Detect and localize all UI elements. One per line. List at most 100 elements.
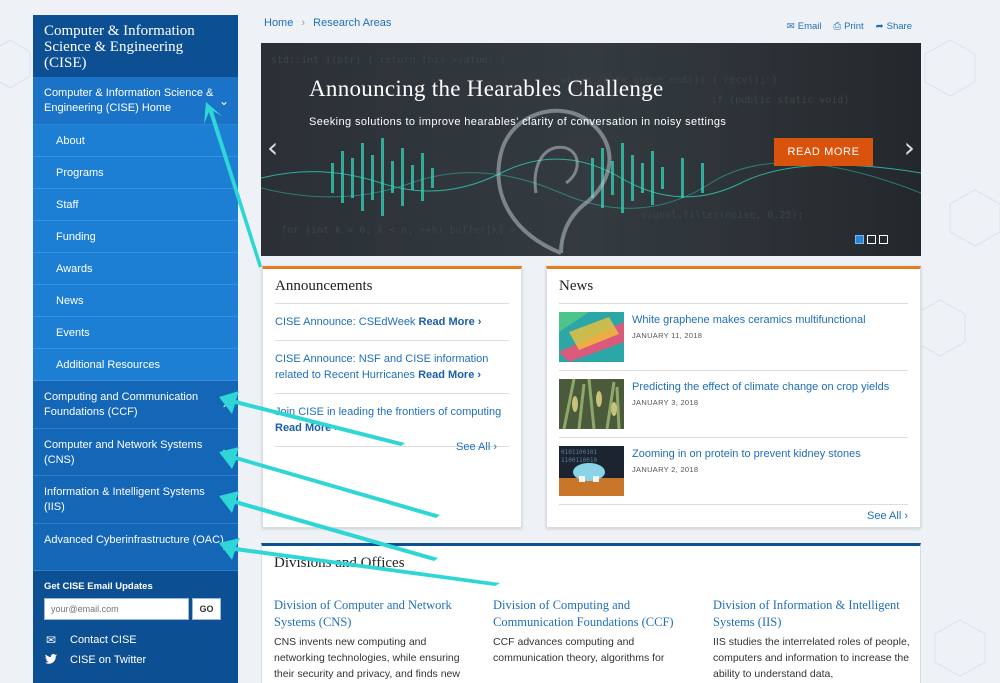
division-item: Division of Information & Intelligent Sy… [713, 597, 913, 682]
svg-text:if (public static void): if (public static void) [711, 95, 849, 106]
news-headline[interactable]: White graphene makes ceramics multifunct… [632, 312, 866, 328]
news-thumbnail[interactable] [559, 312, 624, 362]
news-thumbnail[interactable] [559, 379, 624, 429]
svg-text:for (int k = 0; k < n; ++k) bu: for (int k = 0; k < n; ++k) buffer[k] = … [281, 225, 534, 236]
read-more-button[interactable]: READ MORE [774, 138, 873, 166]
divisions-title: Divisions and Offices [274, 555, 405, 571]
breadcrumb-separator: › [301, 17, 306, 29]
chevron-down-icon[interactable]: ⌄ [219, 94, 229, 109]
email-link[interactable]: ✉ Email [787, 21, 822, 32]
division-link[interactable]: Division of Computing and Communication … [493, 597, 693, 631]
printer-icon: ⎙ [833, 21, 842, 32]
print-link-label: Print [844, 21, 864, 32]
announcements-see-all-link[interactable]: See All › [456, 441, 497, 453]
sidebar-title[interactable]: Computer & Information Science & Enginee… [33, 15, 238, 77]
carousel-dot[interactable] [879, 235, 888, 244]
go-button[interactable]: GO [192, 598, 221, 620]
sidebar-item-funding[interactable]: Funding [33, 221, 238, 253]
sidebar-item-cns[interactable]: Computer and Network Systems (CNS) › [33, 428, 238, 476]
breadcrumb-home[interactable]: Home [264, 17, 293, 29]
chevron-right-icon: › [222, 491, 227, 506]
share-icon: ➦ [875, 21, 884, 32]
read-more-link[interactable]: Read More › [419, 316, 482, 328]
sidebar-item-iis[interactable]: Information & Intelligent Systems (IIS) … [33, 476, 238, 524]
news-item[interactable]: 0101100101 1100110010 Zooming in on prote… [559, 438, 908, 505]
news-card: News White graphene makes ceramics multi… [546, 266, 921, 528]
division-description: CNS invents new computing and networking… [274, 636, 460, 680]
breadcrumb: Home › Research Areas [264, 17, 391, 29]
announcement-text: CISE Announce: CSEdWeek [275, 316, 419, 328]
sidebar: Computer & Information Science & Enginee… [33, 15, 238, 683]
read-more-link[interactable]: Read More › [418, 369, 481, 381]
news-item[interactable]: White graphene makes ceramics multifunct… [559, 304, 908, 371]
carousel-dot[interactable] [867, 235, 876, 244]
twitter-icon [44, 653, 58, 667]
sidebar-item-label: Computing and Communication Foundations … [44, 391, 199, 418]
announcements-card: Announcements CISE Announce: CSEdWeek Re… [262, 266, 522, 528]
announcements-title: Announcements [275, 278, 509, 304]
envelope-icon: ✉ [45, 633, 57, 647]
sidebar-item-ccf[interactable]: Computing and Communication Foundations … [33, 381, 238, 429]
sidebar-item-label: Advanced Cyberinfrastructure (OAC) [44, 533, 224, 546]
sidebar-home-label: Computer & Information Science & Enginee… [44, 87, 214, 114]
announcement-item[interactable]: CISE Announce: NSF and CISE information … [275, 341, 509, 394]
svg-text:1100110010: 1100110010 [561, 457, 598, 464]
read-more-link[interactable]: Read More › [275, 422, 338, 434]
sidebar-item-additional-resources[interactable]: Additional Resources [33, 349, 238, 381]
news-date: JANUARY 2, 2018 [632, 465, 699, 474]
news-title: News [559, 278, 908, 304]
twitter-label: CISE on Twitter [70, 654, 147, 666]
news-see-all-link[interactable]: See All › [867, 510, 908, 522]
twitter-link[interactable]: CISE on Twitter [44, 650, 227, 670]
hero-carousel: std::int i(ptr) { return this->value; } … [261, 43, 921, 256]
share-link[interactable]: ➦ Share [876, 21, 912, 32]
chevron-right-icon: › [222, 396, 227, 411]
sidebar-item-staff[interactable]: Staff [33, 189, 238, 221]
breadcrumb-current[interactable]: Research Areas [313, 17, 391, 29]
news-text: Zooming in on protein to prevent kidney … [632, 446, 861, 496]
email-link-label: Email [797, 21, 822, 32]
contact-link[interactable]: ✉ Contact CISE [44, 630, 227, 650]
sidebar-item-awards[interactable]: Awards [33, 253, 238, 285]
carousel-dot[interactable] [855, 235, 864, 244]
sidebar-item-label: Computer and Network Systems (CNS) [44, 438, 203, 466]
news-text: Predicting the effect of climate change … [632, 379, 889, 429]
utility-links: ✉ Email ⎙ Print ➦ Share [787, 21, 912, 32]
news-date: JANUARY 3, 2018 [632, 398, 699, 407]
share-link-label: Share [886, 21, 912, 32]
chevron-right-icon: › [222, 443, 227, 459]
contact-label: Contact CISE [70, 634, 137, 646]
hero-title: Announcing the Hearables Challenge [309, 76, 664, 101]
svg-text:0101100101: 0101100101 [561, 449, 598, 456]
division-item: Division of Computing and Communication … [493, 597, 693, 666]
sidebar-item-label: Information & Intelligent Systems (IIS) [44, 486, 205, 513]
division-description: IIS studies the interrelated roles of pe… [713, 636, 910, 680]
sidebar-item-about[interactable]: About [33, 125, 238, 157]
announcement-item[interactable]: Join CISE in leading the frontiers of co… [275, 394, 509, 447]
hero-subtitle: Seeking solutions to improve hearables' … [309, 116, 727, 128]
print-link[interactable]: ⎙ Print [834, 21, 864, 32]
sidebar-item-home[interactable]: Computer & Information Science & Enginee… [33, 77, 238, 125]
division-description: CCF advances computing and communication… [493, 636, 665, 664]
sidebar-item-programs[interactable]: Programs [33, 157, 238, 189]
carousel-prev-arrow[interactable]: ‹ [267, 131, 278, 164]
news-headline[interactable]: Zooming in on protein to prevent kidney … [632, 446, 861, 462]
sidebar-item-oac[interactable]: Advanced Cyberinfrastructure (OAC) › [33, 523, 238, 571]
sidebar-item-news[interactable]: News [33, 285, 238, 317]
division-item: Division of Computer and Network Systems… [274, 597, 474, 682]
sidebar-item-events[interactable]: Events [33, 317, 238, 349]
divisions-section: Divisions and Offices Division of Comput… [261, 543, 921, 683]
chevron-right-icon: › [222, 538, 227, 554]
email-field[interactable] [44, 598, 189, 620]
svg-text:signal.filter(noise, 0.25);: signal.filter(noise, 0.25); [641, 210, 804, 221]
email-signup-title: Get CISE Email Updates [44, 581, 153, 592]
news-thumbnail[interactable]: 0101100101 1100110010 [559, 446, 624, 496]
news-headline[interactable]: Predicting the effect of climate change … [632, 379, 889, 395]
news-item[interactable]: Predicting the effect of climate change … [559, 371, 908, 438]
division-link[interactable]: Division of Computer and Network Systems… [274, 597, 474, 631]
announcement-item[interactable]: CISE Announce: CSEdWeek Read More › [275, 304, 509, 341]
division-link[interactable]: Division of Information & Intelligent Sy… [713, 597, 913, 631]
carousel-dots [855, 235, 888, 244]
svg-text:std::int i(ptr) { return this-: std::int i(ptr) { return this->value; } [271, 55, 506, 66]
carousel-next-arrow[interactable]: › [904, 131, 915, 164]
